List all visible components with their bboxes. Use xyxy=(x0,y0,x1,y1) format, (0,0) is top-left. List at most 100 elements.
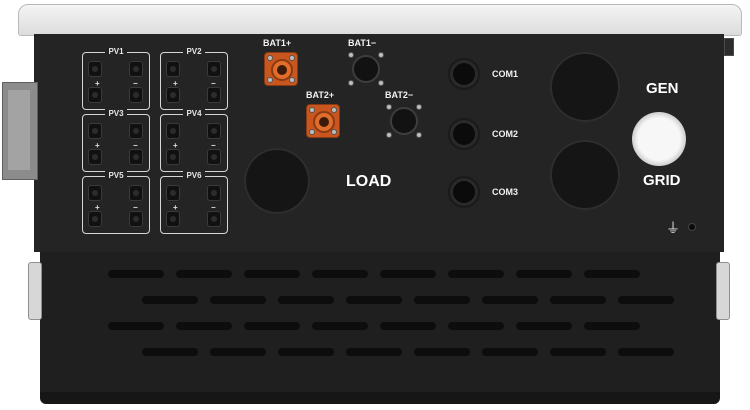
vent-slot xyxy=(312,322,368,330)
mc4-connector[interactable] xyxy=(88,185,102,201)
plus-sign: + xyxy=(95,141,100,150)
plus-sign: + xyxy=(173,141,178,150)
mc4-connector[interactable] xyxy=(166,87,180,103)
vent-slot xyxy=(312,270,368,278)
mc4-connector[interactable] xyxy=(207,61,221,77)
com2-port[interactable] xyxy=(450,120,478,148)
com1-port[interactable] xyxy=(450,60,478,88)
com3-port[interactable] xyxy=(450,178,478,206)
minus-sign: − xyxy=(133,203,138,212)
com2-label: COM2 xyxy=(492,129,519,139)
mc4-connector[interactable] xyxy=(207,211,221,227)
ground-screw xyxy=(688,223,696,231)
mc4-connector[interactable] xyxy=(207,87,221,103)
mc4-connector[interactable] xyxy=(88,123,102,139)
vent-slot xyxy=(210,296,266,304)
minus-sign: − xyxy=(133,79,138,88)
vent-slot xyxy=(278,348,334,356)
right-handle-clip xyxy=(716,262,730,320)
mc4-connector[interactable] xyxy=(88,211,102,227)
vent-slot xyxy=(584,270,640,278)
mc4-connector[interactable] xyxy=(207,123,221,139)
mc4-connector[interactable] xyxy=(207,149,221,165)
load-cable-gland[interactable] xyxy=(244,148,310,214)
bat1-minus-terminal[interactable] xyxy=(348,52,384,86)
bat2-minus-label: BAT2− xyxy=(385,90,414,100)
ground-icon: ⏚ xyxy=(666,220,680,236)
mc4-connector[interactable] xyxy=(88,87,102,103)
vent-slot xyxy=(142,296,198,304)
vent-slot xyxy=(108,270,164,278)
vent-slot xyxy=(618,296,674,304)
bat2-plus-label: BAT2+ xyxy=(306,90,335,100)
pv-label: PV4 xyxy=(161,109,227,118)
bat2-plus-terminal[interactable] xyxy=(306,104,340,138)
side-bracket-plate xyxy=(8,90,30,170)
minus-sign: − xyxy=(211,141,216,150)
gen-grid-switch[interactable] xyxy=(632,112,686,166)
pv-input-6[interactable]: PV6 + − xyxy=(160,171,228,234)
vent-slot xyxy=(482,296,538,304)
mc4-connector[interactable] xyxy=(129,211,143,227)
bat1-plus-terminal[interactable] xyxy=(264,52,298,86)
mc4-connector[interactable] xyxy=(129,149,143,165)
plus-sign: + xyxy=(95,203,100,212)
right-mount-tab xyxy=(724,38,734,56)
minus-sign: − xyxy=(133,141,138,150)
vent-slot xyxy=(516,270,572,278)
mc4-connector[interactable] xyxy=(166,149,180,165)
mc4-connector[interactable] xyxy=(129,123,143,139)
plus-sign: + xyxy=(95,79,100,88)
bat1-minus-label: BAT1− xyxy=(348,38,377,48)
plus-sign: + xyxy=(173,79,178,88)
bat1-plus-label: BAT1+ xyxy=(263,38,292,48)
plus-sign: + xyxy=(173,203,178,212)
vent-slot xyxy=(618,348,674,356)
com3-label: COM3 xyxy=(492,187,519,197)
vent-slot xyxy=(380,322,436,330)
bat2-minus-terminal[interactable] xyxy=(386,104,422,138)
left-handle-clip xyxy=(28,262,42,320)
vent-slot xyxy=(550,296,606,304)
mc4-connector[interactable] xyxy=(207,185,221,201)
gen-cable-gland[interactable] xyxy=(550,52,620,122)
pv-input-3[interactable]: PV3 + − xyxy=(82,109,150,172)
pv-input-4[interactable]: PV4 + − xyxy=(160,109,228,172)
pv-label: PV6 xyxy=(161,171,227,180)
vent-slot xyxy=(244,270,300,278)
vent-slot xyxy=(244,322,300,330)
gen-label: GEN xyxy=(646,80,679,97)
com1-label: COM1 xyxy=(492,69,519,79)
pv-input-2[interactable]: PV2 + − xyxy=(160,47,228,110)
mc4-connector[interactable] xyxy=(129,61,143,77)
vent-slot xyxy=(210,348,266,356)
pv-input-5[interactable]: PV5 + − xyxy=(82,171,150,234)
vent-slot xyxy=(176,270,232,278)
vent-slot xyxy=(414,348,470,356)
mc4-connector[interactable] xyxy=(129,185,143,201)
minus-sign: − xyxy=(211,203,216,212)
vent-slot xyxy=(108,322,164,330)
mc4-connector[interactable] xyxy=(166,211,180,227)
inverter-top-cover xyxy=(18,4,742,36)
pv-label: PV5 xyxy=(83,171,149,180)
pv-label: PV2 xyxy=(161,47,227,56)
vent-slot xyxy=(380,270,436,278)
vent-slot xyxy=(448,270,504,278)
mc4-connector[interactable] xyxy=(166,61,180,77)
mc4-connector[interactable] xyxy=(88,149,102,165)
pv-label: PV1 xyxy=(83,47,149,56)
vent-slot xyxy=(346,296,402,304)
mc4-connector[interactable] xyxy=(88,61,102,77)
inverter-base xyxy=(40,392,720,404)
grid-cable-gland[interactable] xyxy=(550,140,620,210)
vent-slot xyxy=(584,322,640,330)
vent-slot xyxy=(414,296,470,304)
mc4-connector[interactable] xyxy=(166,123,180,139)
vent-slot xyxy=(176,322,232,330)
pv-input-1[interactable]: PV1 + − xyxy=(82,47,150,110)
vent-slot xyxy=(142,348,198,356)
grid-label: GRID xyxy=(643,172,681,189)
mc4-connector[interactable] xyxy=(129,87,143,103)
mc4-connector[interactable] xyxy=(166,185,180,201)
